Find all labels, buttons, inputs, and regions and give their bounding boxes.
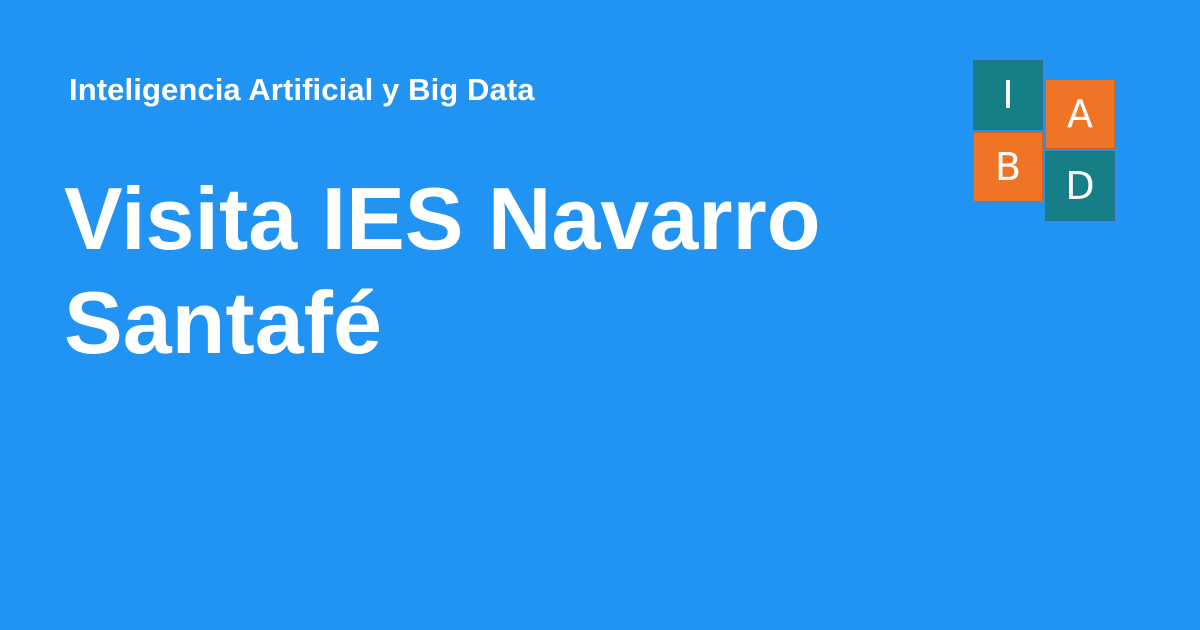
logo-tile-d: D [1045, 151, 1115, 221]
page-title: Visita IES Navarro Santafé [64, 169, 821, 372]
logo-tile-i: I [973, 60, 1043, 130]
iabd-logo: I A B D [972, 60, 1117, 222]
logo-tile-a: A [1045, 79, 1115, 149]
site-name: Inteligencia Artificial y Big Data [69, 72, 535, 107]
logo-tile-b: B [973, 132, 1043, 202]
